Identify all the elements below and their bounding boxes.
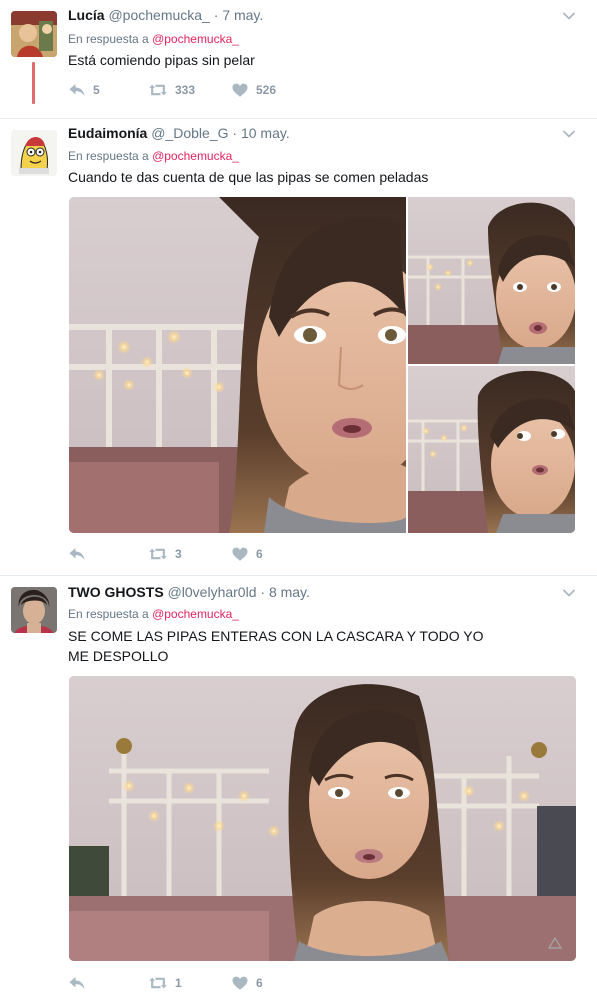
tweet-photo-large[interactable] bbox=[69, 197, 406, 533]
avatar[interactable] bbox=[11, 587, 57, 633]
tweet-date[interactable]: 10 may. bbox=[241, 125, 290, 141]
retweet-count: 333 bbox=[175, 83, 196, 97]
tweet-video-thumbnail[interactable] bbox=[69, 676, 576, 961]
retweet-icon bbox=[148, 973, 168, 993]
reply-mention[interactable]: @pochemucka_ bbox=[152, 149, 239, 163]
retweet-count: 3 bbox=[175, 547, 182, 561]
separator-dot: · bbox=[260, 584, 266, 600]
retweet-icon bbox=[148, 544, 168, 564]
tweet-header: TWO GHOSTS @l0velyhar0ld · 8 may. bbox=[68, 583, 310, 601]
heart-icon bbox=[231, 545, 249, 563]
like-count: 6 bbox=[256, 547, 263, 561]
tweet-eudaimonia[interactable]: Eudaimonía @_Doble_G · 10 may. En respue… bbox=[0, 118, 597, 575]
reply-mention[interactable]: @pochemucka_ bbox=[152, 32, 239, 46]
avatar[interactable] bbox=[11, 11, 57, 57]
like-count: 526 bbox=[256, 83, 277, 97]
retweet-button[interactable]: 1 bbox=[148, 973, 182, 993]
tweet-two-ghosts[interactable]: TWO GHOSTS @l0velyhar0ld · 8 may. En res… bbox=[0, 575, 597, 1000]
user-handle[interactable]: @_Doble_G bbox=[151, 125, 228, 141]
reply-context: En respuesta a @pochemucka_ bbox=[68, 606, 239, 622]
reply-prefix: En respuesta a bbox=[68, 32, 149, 46]
heart-icon bbox=[231, 81, 249, 99]
tweet-date[interactable]: 8 may. bbox=[269, 584, 310, 600]
tweet-text: SE COME LAS PIPAS ENTERAS CON LA CASCARA… bbox=[68, 628, 484, 664]
like-button[interactable]: 526 bbox=[231, 80, 276, 100]
tweet-actions: 3 6 bbox=[68, 544, 368, 564]
tweet-photo-top-right[interactable] bbox=[408, 197, 575, 364]
tweet-date[interactable]: 7 may. bbox=[222, 7, 263, 23]
separator-dot: · bbox=[232, 125, 238, 141]
reply-context: En respuesta a @pochemucka_ bbox=[68, 148, 239, 164]
reply-count: 5 bbox=[93, 83, 100, 97]
user-name[interactable]: Lucía bbox=[68, 7, 105, 23]
reply-icon bbox=[68, 545, 86, 563]
retweet-icon bbox=[148, 80, 168, 100]
tweet-actions: 1 6 bbox=[68, 973, 368, 993]
reply-button[interactable] bbox=[68, 973, 93, 993]
user-handle[interactable]: @l0velyhar0ld bbox=[168, 584, 257, 600]
like-count: 6 bbox=[256, 976, 263, 990]
reply-button[interactable] bbox=[68, 544, 93, 564]
chevron-down-icon[interactable] bbox=[562, 127, 576, 141]
user-name[interactable]: Eudaimonía bbox=[68, 125, 147, 141]
chevron-down-icon[interactable] bbox=[562, 9, 576, 23]
reply-context: En respuesta a @pochemucka_ bbox=[68, 31, 239, 47]
like-button[interactable]: 6 bbox=[231, 973, 263, 993]
tweet-header: Eudaimonía @_Doble_G · 10 may. bbox=[68, 124, 290, 142]
like-button[interactable]: 6 bbox=[231, 544, 263, 564]
user-handle[interactable]: @pochemucka_ bbox=[108, 7, 209, 23]
retweet-button[interactable]: 3 bbox=[148, 544, 182, 564]
tweet-actions: 5 333 526 bbox=[68, 80, 368, 100]
reply-button[interactable]: 5 bbox=[68, 80, 100, 100]
tweet-header: Lucía @pochemucka_ · 7 may. bbox=[68, 6, 263, 24]
user-name[interactable]: TWO GHOSTS bbox=[68, 584, 164, 600]
retweet-button[interactable]: 333 bbox=[148, 80, 195, 100]
reply-icon bbox=[68, 974, 86, 992]
reply-mention[interactable]: @pochemucka_ bbox=[152, 607, 239, 621]
thread-line bbox=[32, 62, 35, 104]
separator-dot: · bbox=[213, 7, 219, 23]
retweet-count: 1 bbox=[175, 976, 182, 990]
tweet-photo-bottom-right[interactable] bbox=[408, 366, 575, 533]
tweet-text: Está comiendo pipas sin pelar bbox=[68, 52, 255, 68]
avatar[interactable] bbox=[11, 130, 57, 176]
reply-icon bbox=[68, 81, 86, 99]
tweet-text: Cuando te das cuenta de que las pipas se… bbox=[68, 169, 429, 185]
reply-prefix: En respuesta a bbox=[68, 607, 149, 621]
reply-prefix: En respuesta a bbox=[68, 149, 149, 163]
chevron-down-icon[interactable] bbox=[562, 586, 576, 600]
tweet-lucia[interactable]: Lucía @pochemucka_ · 7 may. En respuesta… bbox=[0, 0, 597, 118]
heart-icon bbox=[231, 974, 249, 992]
